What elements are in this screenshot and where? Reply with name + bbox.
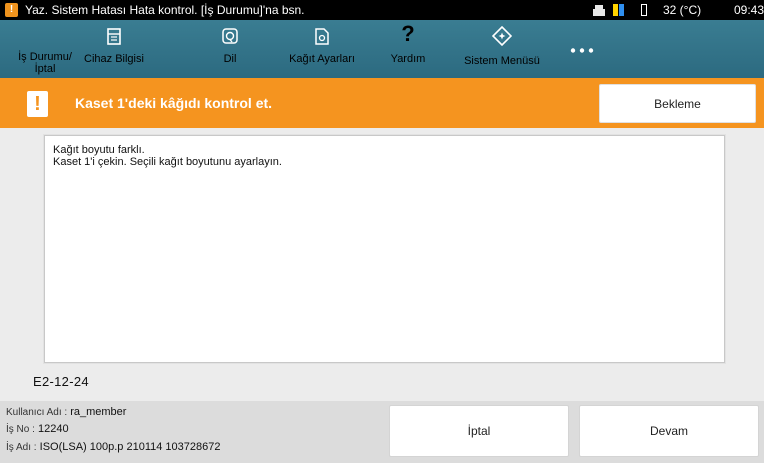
system-menu-icon — [492, 26, 512, 46]
alert-title: Kaset 1'deki kâğıdı kontrol et. — [75, 95, 273, 111]
toolbar-more-button[interactable] — [562, 20, 602, 78]
job-name-row: İş Adı : ISO(LSA) 100p.p 210114 10372867… — [6, 441, 220, 453]
message-line-2: Kaset 1'i çekin. Seçili kağıt boyutunu a… — [53, 156, 282, 168]
language-label: Dil — [223, 53, 237, 65]
message-line-1: Kağıt boyutu farklı. — [53, 144, 145, 156]
printer-status-icon — [593, 5, 605, 16]
user-name-value: ra_member — [70, 406, 127, 418]
continue-button[interactable]: Devam — [579, 405, 759, 457]
job-name-key: İş Adı : — [6, 442, 37, 453]
job-name-value: ISO(LSA) 100p.p 210114 103728672 — [39, 441, 221, 453]
job-number-value: 12240 — [37, 423, 69, 435]
toolbar-help-button[interactable]: ? Yardım — [386, 20, 430, 78]
toolbar-language-button[interactable]: Dil — [210, 20, 250, 78]
status-message[interactable]: Yaz. Sistem Hatası Hata kontrol. [İş Dur… — [25, 3, 305, 17]
alert-warning-icon: ! — [27, 91, 48, 117]
paper-settings-icon — [315, 28, 329, 45]
help-icon: ? — [401, 21, 415, 46]
battery-icon — [641, 4, 647, 16]
job-number-key: İş No : — [6, 424, 35, 435]
toolbar-job-status-button[interactable]: İş Durumu/ İptal — [14, 20, 76, 78]
error-code: E2-12-24 — [33, 374, 89, 389]
job-status-label-line1: İş Durumu/ — [18, 51, 72, 63]
cancel-button[interactable]: İptal — [389, 405, 569, 457]
job-status-label-line2: İptal — [34, 63, 56, 75]
user-name-row: Kullanıcı Adı : ra_member — [6, 406, 126, 418]
system-menu-label: Sistem Menüsü — [464, 55, 540, 67]
temperature-readout: 32 (°C) — [663, 3, 702, 17]
paper-settings-label: Kağıt Ayarları — [289, 53, 355, 65]
error-message-box[interactable]: Kağıt boyutu farklı. Kaset 1'i çekin. Se… — [44, 135, 725, 363]
user-name-key: Kullanıcı Adı : — [6, 407, 68, 418]
more-icon — [570, 48, 594, 53]
device-info-label: Cihaz Bilgisi — [84, 53, 144, 65]
toolbar-paper-settings-button[interactable]: Kağıt Ayarları — [286, 20, 358, 78]
clock: 09:43 — [734, 3, 764, 17]
warning-icon: ! — [5, 3, 18, 17]
job-number-row: İş No : 12240 — [6, 423, 69, 435]
toner-level-icon — [613, 4, 624, 16]
language-icon — [222, 28, 238, 44]
toolbar-device-info-button[interactable]: Cihaz Bilgisi — [82, 20, 146, 78]
help-label: Yardım — [390, 53, 426, 65]
toolbar-system-menu-button[interactable]: Sistem Menüsü — [462, 20, 542, 78]
device-info-icon — [107, 28, 121, 45]
status-bar: ! Yaz. Sistem Hatası Hata kontrol. [İş D… — [0, 0, 764, 20]
wait-button[interactable]: Bekleme — [599, 84, 756, 123]
